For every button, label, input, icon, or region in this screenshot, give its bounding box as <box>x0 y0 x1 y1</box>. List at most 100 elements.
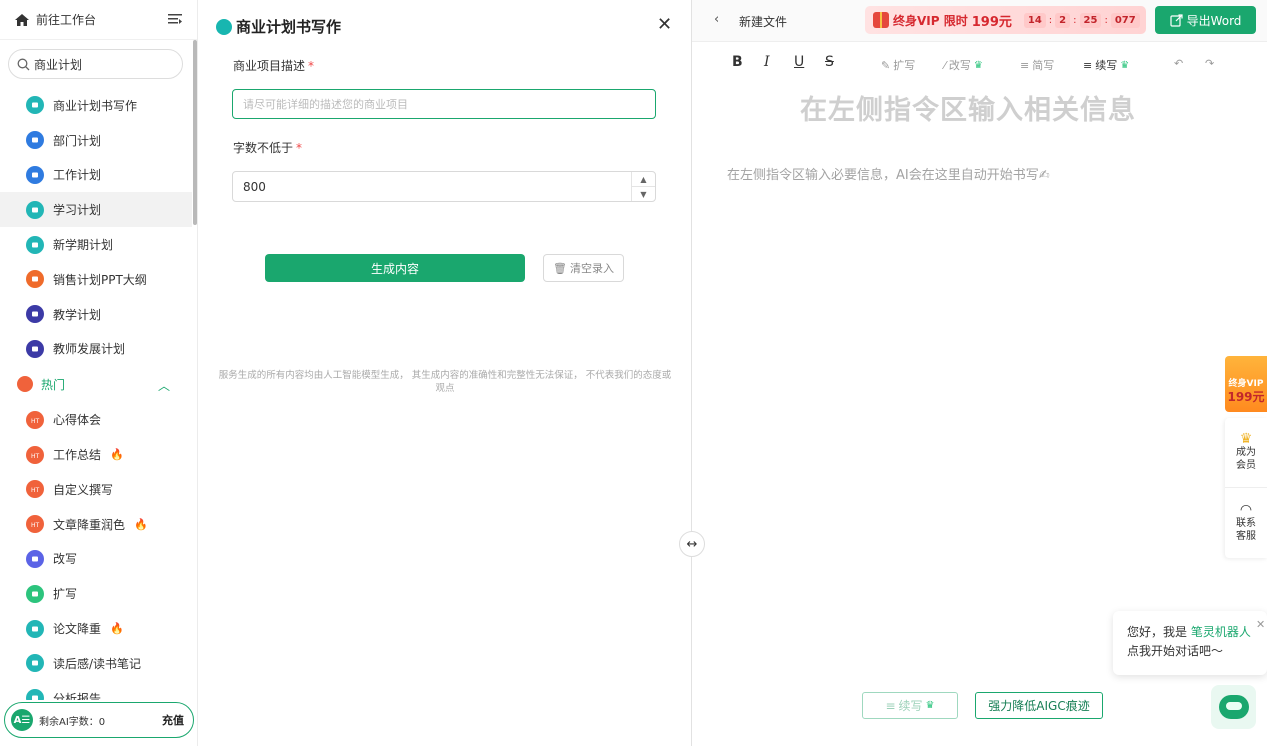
disclaimer-text: 服务生成的所有内容均由人工智能模型生成， 其生成内容的准确性和完整性无法保证， … <box>218 370 672 394</box>
recharge-button[interactable]: 充值 <box>162 712 184 728</box>
continue-icon: ≡ <box>1083 58 1093 72</box>
sidebar-search <box>8 49 183 79</box>
contact-service-button[interactable]: ◠ 联系 客服 <box>1225 488 1267 558</box>
ai-quota-bar[interactable]: A☰ 剩余AI字数：0 充值 <box>4 702 194 738</box>
sidebar-item[interactable]: HT 心得体会 <box>0 402 192 437</box>
close-icon[interactable]: ✕ <box>657 14 672 35</box>
strike-button[interactable]: S <box>825 54 834 70</box>
export-word-button[interactable]: 导出Word <box>1155 6 1256 34</box>
sidebar-item-label: 工作计划 <box>53 168 102 183</box>
italic-button[interactable]: I <box>764 54 770 70</box>
pen-icon <box>26 584 44 603</box>
float-vip-price: 199元 <box>1227 390 1265 404</box>
vip-promo-text: 终身VIP 限时 <box>893 13 968 28</box>
expand-tool-button[interactable]: ✎ 扩写 <box>881 57 915 73</box>
continue-writing-button[interactable]: ≡ 续写 ♛ <box>862 692 958 719</box>
sidebar-item[interactable]: 读后感/读书笔记 <box>0 646 192 681</box>
simplify-icon: ≡ <box>1020 58 1030 72</box>
become-member-label: 成为 会员 <box>1236 447 1256 471</box>
sidebar-item[interactable]: HT 文章降重润色 🔥 <box>0 507 192 542</box>
redo-icon[interactable]: ↷ <box>1205 57 1214 70</box>
crown-icon: ♛ <box>1239 431 1253 447</box>
sidebar-item[interactable]: 工作计划 <box>0 158 192 193</box>
instruction-panel: 商业计划书写作 ✕ 商业项目描述* 字数不低于* ▲ ▼ 生成内容 🗑 清空录入… <box>198 0 692 746</box>
editor-placeholder-heading: 在左侧指令区输入相关信息 <box>800 95 1136 126</box>
file-name: 新建文件 <box>739 15 788 29</box>
sidebar-item[interactable]: 教师发展计划 <box>0 332 192 367</box>
vip-promo-banner[interactable]: 终身VIP 限时 199元 14: 2: 25: 077 <box>865 6 1146 34</box>
flame-icon: 🔥 <box>110 622 124 636</box>
sidebar-item-label: 分析报告 <box>53 691 102 700</box>
decrement-icon[interactable]: ▼ <box>632 187 655 201</box>
sidebar-item[interactable]: 商业计划书写作 <box>0 88 192 123</box>
app-root: 前往工作台 商业计划书写作部门计划工作计划学习计划新学期计划销售计划PPT大纲教… <box>0 0 1267 746</box>
continue-tool-button[interactable]: ≡ 续写 ♛ <box>1083 57 1129 73</box>
sidebar-item-label: 教师发展计划 <box>53 342 126 357</box>
go-workbench-link[interactable]: 前往工作台 <box>14 11 96 28</box>
collapse-menu-icon[interactable] <box>167 13 183 27</box>
continue-icon: ≡ <box>885 698 896 713</box>
sidebar-item[interactable]: 部门计划 <box>0 123 192 158</box>
countdown-minutes: 2 <box>1055 12 1071 28</box>
sidebar-item[interactable]: HT 自定义撰写 <box>0 472 192 507</box>
word-count-stepper: ▲ ▼ <box>232 171 656 202</box>
hot-group-icon <box>17 376 33 393</box>
sidebar-item[interactable]: 新学期计划 <box>0 227 192 262</box>
close-bubble-icon[interactable]: ✕ <box>1256 615 1265 634</box>
bold-button[interactable]: B <box>732 54 743 70</box>
simplify-tool-button[interactable]: ≡ 简写 <box>1020 57 1054 73</box>
sidebar-item-label: 论文降重 <box>53 622 102 637</box>
words-label-text: 字数不低于 <box>233 141 294 155</box>
simplify-tool-label: 简写 <box>1032 59 1055 72</box>
resize-handle-icon[interactable]: ↔ <box>679 531 705 557</box>
reduce-aigc-button[interactable]: 强力降低AIGC痕迹 <box>975 692 1103 719</box>
robot-head <box>1218 695 1249 719</box>
cap-icon <box>26 305 44 324</box>
sidebar-item-label: 商业计划书写作 <box>53 98 138 113</box>
project-description-input[interactable] <box>232 89 656 119</box>
undo-icon[interactable]: ↶ <box>1174 57 1183 70</box>
chatbot-robot-icon[interactable] <box>1211 685 1256 729</box>
increment-icon[interactable]: ▲ <box>632 172 655 187</box>
sidebar-item[interactable]: HT 工作总结 🔥 <box>0 437 192 472</box>
back-icon[interactable]: ‹ <box>714 12 719 27</box>
wand-icon: ⁄ <box>944 58 946 72</box>
sidebar-item[interactable]: 销售计划PPT大纲 <box>0 262 192 297</box>
rewrite-tool-label: 改写 <box>948 59 971 72</box>
sidebar-item-label: 销售计划PPT大纲 <box>53 272 147 287</box>
flame-icon: 🔥 <box>134 517 148 531</box>
sidebar-item-label: 学习计划 <box>53 203 102 218</box>
sidebar-item[interactable]: 改写 <box>0 542 192 577</box>
word-count-input[interactable] <box>233 179 631 194</box>
export-word-label: 导出Word <box>1186 13 1242 28</box>
home-icon <box>15 13 29 26</box>
sidebar-list: 商业计划书写作部门计划工作计划学习计划新学期计划销售计划PPT大纲教学计划教师发… <box>0 88 192 700</box>
ai-remaining-text: 剩余AI字数：0 <box>39 716 106 728</box>
rewrite-tool-button[interactable]: ⁄ 改写 ♛ <box>944 57 983 73</box>
panel-title: 商业计划书写作 <box>216 16 341 37</box>
sidebar-item-label: 新学期计划 <box>53 238 114 253</box>
generate-button[interactable]: 生成内容 <box>265 254 525 282</box>
sidebar-search-input[interactable] <box>34 57 174 71</box>
sidebar-item[interactable]: 论文降重 🔥 <box>0 611 192 646</box>
headset-icon: ◠ <box>1239 501 1253 518</box>
sidebar: 前往工作台 商业计划书写作部门计划工作计划学习计划新学期计划销售计划PPT大纲教… <box>0 0 198 746</box>
clear-input-button[interactable]: 🗑 清空录入 <box>543 254 624 282</box>
sidebar-item[interactable]: 分析报告 <box>0 681 192 700</box>
become-member-button[interactable]: ♛ 成为 会员 <box>1225 418 1267 488</box>
chatbot-bubble[interactable]: 您好，我是 笔灵机器人 点我开始对话吧～ ✕ <box>1113 611 1267 675</box>
sidebar-scrollbar[interactable] <box>193 40 197 225</box>
sidebar-item[interactable]: 扩写 <box>0 576 192 611</box>
briefcase-icon <box>26 131 44 150</box>
svg-text:HT: HT <box>31 487 40 494</box>
sidebar-item[interactable]: 学习计划 <box>0 192 192 228</box>
clear-input-label: 清空录入 <box>569 262 614 275</box>
float-vip-badge[interactable]: 终身VIP 199元 <box>1225 356 1267 412</box>
panel-title-text: 商业计划书写作 <box>236 18 342 36</box>
sidebar-item[interactable]: 教学计划 <box>0 297 192 332</box>
chevron-up-icon: ︿ <box>157 379 170 394</box>
underline-button[interactable]: U <box>794 54 804 70</box>
sidebar-group-hot[interactable]: 热门 ︿ <box>0 366 192 402</box>
ppt-icon <box>26 270 44 289</box>
crown-icon: ♛ <box>925 700 935 711</box>
